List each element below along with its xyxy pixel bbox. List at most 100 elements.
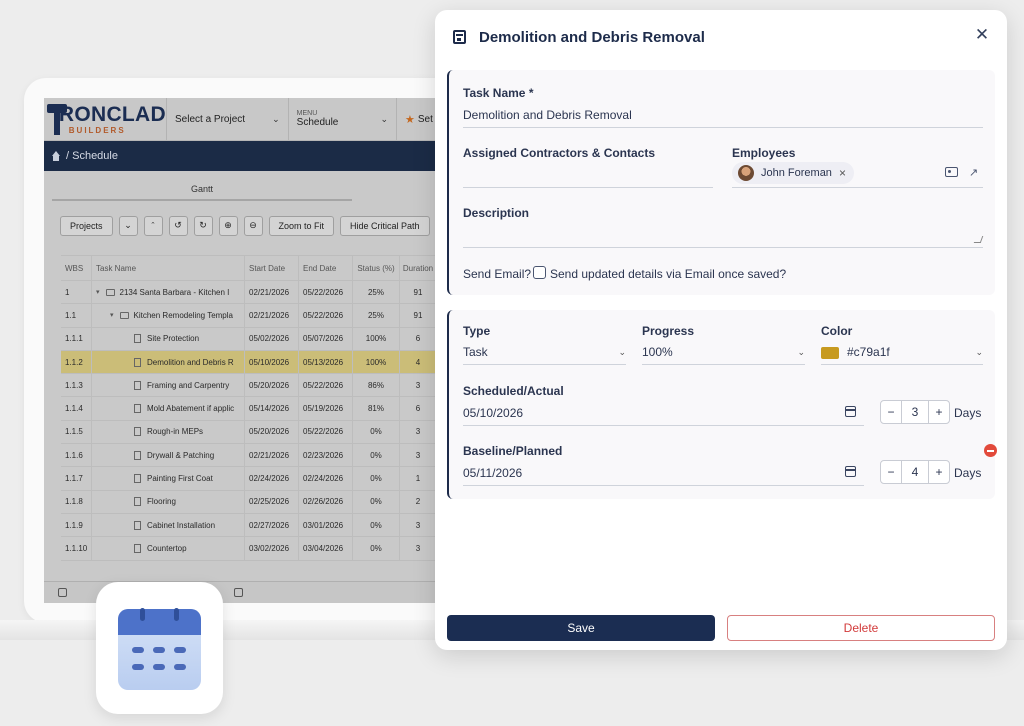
color-select[interactable]: #c79a1f ⌄ (821, 345, 983, 359)
cell-wbs: 1.1.4 (61, 397, 92, 420)
file-icon (134, 474, 141, 484)
scheduled-days-value[interactable]: 3 (901, 401, 929, 423)
baseline-date-input[interactable]: 05/11/2026 (463, 466, 522, 480)
file-icon (134, 450, 141, 460)
table-row[interactable]: 1.1.3 Framing and Carpentry 05/20/2026 05/2… (61, 374, 436, 398)
remove-chip-icon[interactable]: × (839, 166, 846, 180)
task-name-text: Mold Abatement if applic (147, 404, 235, 414)
task-name-text: Painting First Coat (147, 474, 213, 484)
header-status[interactable]: Status (%) (353, 256, 400, 280)
send-email-option-label[interactable]: Send updated details via Email once save… (550, 267, 786, 281)
type-select[interactable]: Task ⌄ (463, 345, 626, 359)
cell-wbs: 1.1.10 (61, 537, 92, 560)
task-name-text: Drywall & Patching (147, 450, 215, 460)
header-start-date[interactable]: Start Date (245, 256, 299, 280)
task-name-input[interactable]: Demolition and Debris Removal (463, 108, 632, 122)
cell-status: 81% (353, 397, 400, 420)
project-select[interactable]: Select a Project ⌄ (166, 98, 288, 140)
chevron-down-icon[interactable]: ▾ (110, 311, 114, 319)
description-input[interactable] (463, 247, 983, 248)
zoom-out-button[interactable]: ⊖ (243, 215, 263, 236)
decrement-button[interactable]: − (881, 461, 901, 483)
close-icon[interactable]: ✕ (973, 26, 991, 44)
folder-icon (119, 311, 129, 319)
chevron-down-icon[interactable]: ▾ (96, 288, 100, 296)
calendar-icon[interactable] (845, 466, 856, 477)
header-duration[interactable]: Duration (400, 256, 436, 280)
table-row[interactable]: 1.1 ▾ Kitchen Remodeling Templa 02/21/2026 0… (61, 304, 436, 328)
redo-button[interactable]: ↻ (193, 215, 213, 236)
send-email-checkbox[interactable] (533, 266, 546, 279)
chat-icon[interactable] (58, 588, 67, 597)
file-icon (134, 543, 141, 553)
cell-task-name: Demolition and Debris R (92, 350, 245, 374)
file-icon (134, 497, 141, 507)
file-icon (134, 334, 141, 344)
delete-button[interactable]: Delete (727, 615, 995, 641)
cell-duration: 1 (415, 474, 421, 484)
cell-wbs: 1.1 (61, 304, 92, 327)
header-end-date[interactable]: End Date (299, 256, 353, 280)
project-select-label: Select a Project (175, 113, 246, 125)
cell-end-date: 03/04/2026 (299, 537, 353, 560)
cell-task-name: Site Protection (92, 327, 245, 350)
cell-end-date: 02/23/2026 (299, 444, 353, 467)
cell-status: 0% (353, 513, 400, 537)
table-row[interactable]: 1.1.6 Drywall & Patching 02/21/2026 02/23/2… (61, 444, 436, 468)
zoom-in-button[interactable]: ⊕ (218, 215, 238, 236)
contractors-input[interactable] (463, 187, 713, 188)
decrement-button[interactable]: − (881, 401, 901, 423)
table-row[interactable]: 1.1.4 Mold Abatement if applic 05/14/2026 0… (61, 397, 436, 421)
employees-underline (732, 187, 983, 188)
collapse-button[interactable]: ⌄ (118, 215, 138, 236)
table-row[interactable]: 1.1.10 Countertop 03/02/2026 03/04/2026 0% 3 (61, 537, 436, 561)
external-link-icon[interactable]: ↗ (969, 166, 978, 179)
menu-select[interactable]: MENU Schedule ⌄ (287, 98, 396, 140)
save-button[interactable]: Save (447, 615, 715, 641)
color-value: #c79a1f (847, 345, 890, 359)
resize-handle-icon[interactable] (973, 236, 984, 243)
table-row[interactable]: 1.1.7 Painting First Coat 02/24/2026 02/24/… (61, 467, 436, 491)
tab-gantt[interactable]: Gantt (52, 184, 352, 201)
settings-menu[interactable]: ★ Set (396, 98, 436, 140)
cell-end-date: 05/22/2026 (299, 281, 353, 304)
baseline-days-value[interactable]: 4 (901, 461, 929, 483)
scheduled-underline (463, 425, 864, 426)
undo-icon: ↺ (174, 220, 182, 230)
cell-end-date: 05/07/2026 (299, 327, 353, 350)
contact-card-icon[interactable] (945, 167, 958, 177)
progress-select[interactable]: 100% ⌄ (642, 345, 805, 359)
home-icon[interactable] (51, 151, 61, 161)
calendar-icon[interactable] (845, 406, 856, 417)
header-wbs[interactable]: WBS (61, 256, 92, 280)
header-task-name[interactable]: Task Name (92, 256, 245, 280)
increment-button[interactable]: + (929, 461, 949, 483)
zoom-to-fit-button[interactable]: Zoom to Fit (268, 215, 335, 236)
logo-main-text: IRONCLAD (52, 102, 166, 126)
hide-critical-path-button[interactable]: Hide Critical Path (340, 215, 430, 236)
increment-button[interactable]: + (929, 401, 949, 423)
home-icon[interactable] (234, 588, 243, 597)
scheduled-date-input[interactable]: 05/10/2026 (463, 406, 523, 420)
cell-task-name: Drywall & Patching (92, 444, 245, 467)
cell-start-date: 05/20/2026 (245, 374, 299, 397)
cell-end-date: 02/26/2026 (299, 490, 353, 513)
expand-button[interactable]: ˆ (143, 215, 163, 236)
undo-button[interactable]: ↺ (168, 215, 188, 236)
cell-duration: 3 (415, 427, 421, 437)
table-row[interactable]: 1.1.1 Site Protection 05/02/2026 05/07/2026… (61, 327, 436, 351)
menu-caption: MENU (296, 110, 318, 117)
table-row[interactable]: 1.1.2 Demolition and Debris R 05/10/2026 05… (61, 350, 436, 375)
cell-end-date: 05/19/2026 (299, 397, 353, 420)
projects-button[interactable]: Projects (60, 215, 113, 236)
table-row[interactable]: 1.1.9 Cabinet Installation 02/27/2026 03/01… (61, 513, 436, 538)
cell-start-date: 05/10/2026 (245, 350, 299, 374)
table-row[interactable]: 1.1.8 Flooring 02/25/2026 02/26/2026 0% 2 (61, 490, 436, 514)
schedule-section: Type Task ⌄ Progress 100% ⌄ Color #c79a1… (447, 310, 997, 499)
remove-baseline-icon[interactable] (984, 444, 997, 457)
task-name-text: Site Protection (147, 334, 200, 344)
gantt-toolbar: Projects ⌄ ˆ ↺ ↻ ⊕ ⊖ Zoom to Fit Hide Cr… (44, 201, 436, 241)
table-row[interactable]: 1.1.5 Rough-in MEPs 05/20/2026 05/22/2026 0%… (61, 420, 436, 445)
table-row[interactable]: 1 ▾ 2134 Santa Barbara - Kitchen I 02/21/20… (61, 281, 436, 305)
task-name-text: Framing and Carpentry (147, 380, 230, 390)
